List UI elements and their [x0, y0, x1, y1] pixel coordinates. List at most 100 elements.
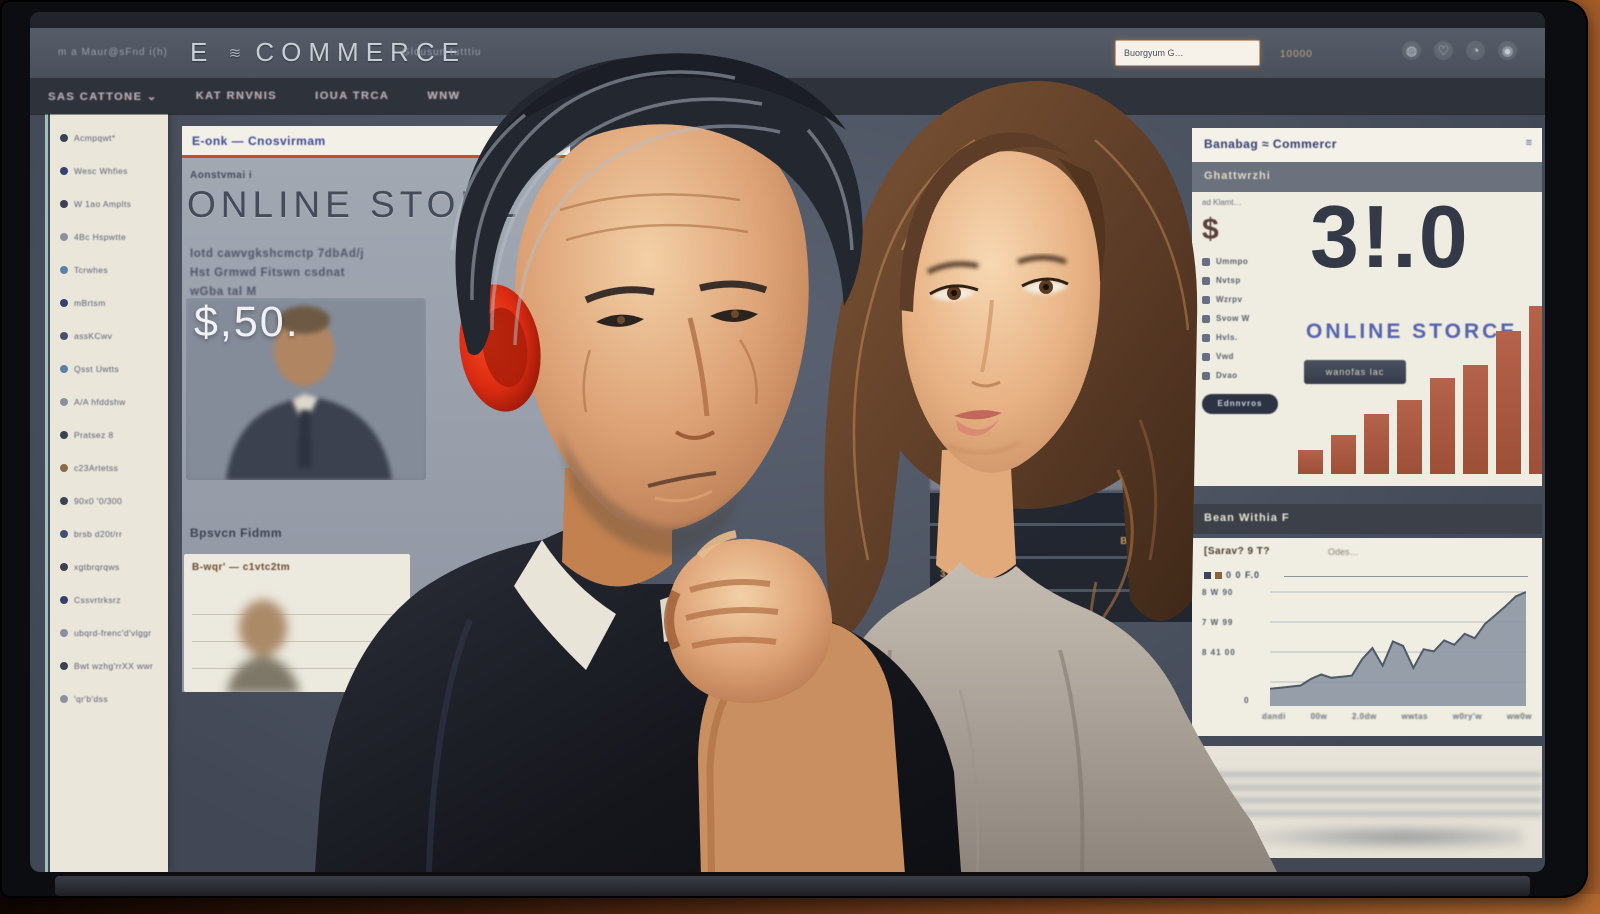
orders-header-left: rw… — [958, 467, 977, 477]
area-chart-plot — [1270, 586, 1526, 706]
orders-header-right: (zkt) — [1147, 467, 1165, 477]
cart-icon[interactable]: ◉ — [1498, 41, 1517, 60]
user-icon[interactable]: ◍ — [1402, 41, 1421, 60]
sidebar-item-icon — [60, 563, 68, 571]
nav-item-1[interactable]: KAT RNVNIS — [196, 90, 277, 102]
table-row-0[interactable]: 6614.0word 0949 — [930, 493, 1192, 523]
app-header: m a Maur@sFnd i(h) E ≋ COMMERCE Glousun … — [30, 28, 1545, 78]
y-axis-label-1: 7 W 99 — [1202, 618, 1233, 627]
sidebar-item-2[interactable]: W 1ao Amplts — [60, 199, 162, 209]
x-axis-label-2: 2.0dw — [1352, 712, 1377, 721]
sidebar-item-10[interactable]: c23Artetss — [60, 463, 162, 473]
sidebar-item-icon — [60, 596, 68, 604]
sidebar-item-11[interactable]: 90x0 '0/300 — [60, 496, 162, 506]
sidebar-item-15[interactable]: ubqrd-frenc'd'vlggr — [60, 628, 162, 638]
table-row-1[interactable]: AWNB45 8996 0 — [930, 526, 1192, 556]
mini-sidebar-button[interactable]: Ednnvros — [1202, 394, 1278, 414]
header-right-text: Glousun tutttiu — [402, 47, 481, 58]
sidebar-item-6[interactable]: assKCwv — [60, 331, 162, 341]
nav-item-2[interactable]: IOUA TRCA — [315, 90, 389, 102]
sidebar-item-label: xgtbrqrqws — [74, 562, 120, 572]
nav-item-0[interactable]: SAS CATTONE ⌄ — [48, 90, 158, 103]
mini-item-icon — [1202, 334, 1210, 342]
mini-item-label: Hvls. — [1216, 333, 1238, 342]
sidebar-item-1[interactable]: Wesc Whfies — [60, 166, 162, 176]
mini-sidebar-item-0[interactable]: Ummpo — [1202, 257, 1286, 266]
mini-item-label: Svow W — [1216, 314, 1250, 323]
sidebar-item-0[interactable]: Acmpqwt* — [60, 133, 162, 143]
product-card[interactable]: $,50. — [186, 298, 426, 480]
table-cell-c3: 8040 0 — [1145, 602, 1182, 613]
sidebar-item-label: Bwt wzhg'rrXX wwr — [74, 661, 153, 671]
sidebar-item-7[interactable]: Qsst Uwtts — [60, 364, 162, 374]
search-input[interactable] — [1115, 40, 1260, 66]
sidebar-item-9[interactable]: Pratsez 8 — [60, 430, 162, 440]
bell-icon[interactable]: ◔ — [1466, 41, 1485, 60]
sidebar-item-13[interactable]: xgtbrqrqws — [60, 562, 162, 572]
sidebar-item-icon — [60, 695, 68, 703]
table-cell-c3: word 0949 — [1124, 503, 1182, 514]
metric-card: ad Klamt… $ UmmpoNvtspWzrpvSvow WHvls.Vw… — [1192, 192, 1542, 486]
y-axis-label-2: 8 41 00 — [1202, 648, 1236, 657]
sidebar-item-16[interactable]: Bwt wzhg'rrXX wwr — [60, 661, 162, 671]
bar-chart — [1298, 302, 1538, 474]
header-left-text: m a Maur@sFnd i(h) — [58, 47, 168, 58]
x-axis-label-1: 00w — [1311, 712, 1328, 721]
bar-1 — [1298, 450, 1323, 474]
mini-sidebar-item-6[interactable]: Dvao — [1202, 371, 1286, 380]
mini-item-icon — [1202, 296, 1210, 304]
sidebar-item-icon — [60, 233, 68, 241]
legend-rule — [1284, 576, 1528, 577]
table-row-2[interactable]: 35973 del 0 0 — [930, 559, 1192, 589]
table-cell-c1: 359 — [940, 569, 996, 580]
blurred-list-panel — [1192, 746, 1542, 858]
section-header: Bpsvcn Fidmm — [190, 526, 282, 540]
bar-2 — [1331, 435, 1356, 474]
screen-edge-highlight — [45, 108, 48, 872]
header-icons: ◍ ♡ ◔ ◉ — [1402, 41, 1517, 60]
heart-icon[interactable]: ♡ — [1434, 41, 1453, 60]
sidebar-item-12[interactable]: brsb d20t/rr — [60, 529, 162, 539]
sidebar-item-8[interactable]: A/A hfddshw — [60, 397, 162, 407]
legend-text: 0 0 F.0 — [1226, 570, 1260, 580]
table-row-3[interactable]: 8040 0 — [930, 592, 1192, 622]
sidebar-item-label: ubqrd-frenc'd'vlggr — [74, 628, 151, 638]
mini-item-icon — [1202, 258, 1210, 266]
bar-7 — [1496, 331, 1521, 474]
nav-item-3[interactable]: WNW — [427, 90, 460, 102]
mini-sidebar-item-5[interactable]: Vwd — [1202, 352, 1286, 361]
main-nav: SAS CATTONE ⌄ KAT RNVNIS IOUA TRCA WNW — [30, 78, 1545, 114]
sidebar-item-3[interactable]: 4Bc Hspwtte — [60, 232, 162, 242]
sidebar-item-4[interactable]: Tcrwhes — [60, 265, 162, 275]
area-chart-header: [Sarav? 9 T? — [1204, 546, 1270, 557]
sidebar-item-label: Pratsez 8 — [74, 430, 114, 440]
sidebar-item-label: Acmpqwt* — [74, 133, 115, 143]
mini-sidebar-item-4[interactable]: Hvls. — [1202, 333, 1286, 342]
store-paragraph: Iotd cawvgkshcmctp 7dbAd/jHst Grmwd Fits… — [190, 248, 530, 305]
left-sidebar: Acmpqwt* Wesc Whfies W 1ao Amplts 4Bc Hspwt… — [50, 110, 168, 872]
sidebar-item-icon — [60, 530, 68, 538]
sidebar-item-label: c23Artetss — [74, 463, 118, 473]
sidebar-item-icon — [60, 398, 68, 406]
table-cell-c1: 661 — [940, 503, 996, 514]
analytics-strip: Ghattwrzhi — [1192, 162, 1542, 192]
x-axis-label-0: dandi — [1262, 712, 1286, 721]
menu-icon[interactable]: ≡ — [1526, 137, 1532, 149]
analytics-header: Banabag ≈ Commercr ≡ — [1192, 128, 1542, 162]
sidebar-item-14[interactable]: Cssvrtrksrz — [60, 595, 162, 605]
analytics-panel: Banabag ≈ Commercr ≡ Ghattwrzhi ad Klamt… — [1192, 128, 1542, 858]
sidebar-item-label: 4Bc Hspwtte — [74, 232, 126, 242]
sidebar-item-label: Cssvrtrksrz — [74, 595, 121, 605]
orders-table: rw… (zkt) 6614.0word 0949AWNB45 8996 035… — [930, 454, 1192, 622]
analytics-brand: Banabag ≈ Commercr — [1204, 137, 1337, 151]
sidebar-item-17[interactable]: 'qr'b'dss — [60, 694, 162, 704]
bar-8 — [1529, 306, 1542, 474]
mini-sidebar-item-3[interactable]: Svow W — [1202, 314, 1286, 323]
sidebar-item-5[interactable]: mBrtsm — [60, 298, 162, 308]
x-axis-label-4: w0ry'w — [1453, 712, 1482, 721]
mini-sidebar-item-1[interactable]: Nvtsp — [1202, 276, 1286, 285]
customer-photo-blur — [218, 594, 308, 692]
x-axis-label-5: ww0w — [1507, 712, 1532, 721]
mini-sidebar-item-2[interactable]: Wzrpv — [1202, 295, 1286, 304]
header-hint: 10000 — [1280, 49, 1313, 60]
